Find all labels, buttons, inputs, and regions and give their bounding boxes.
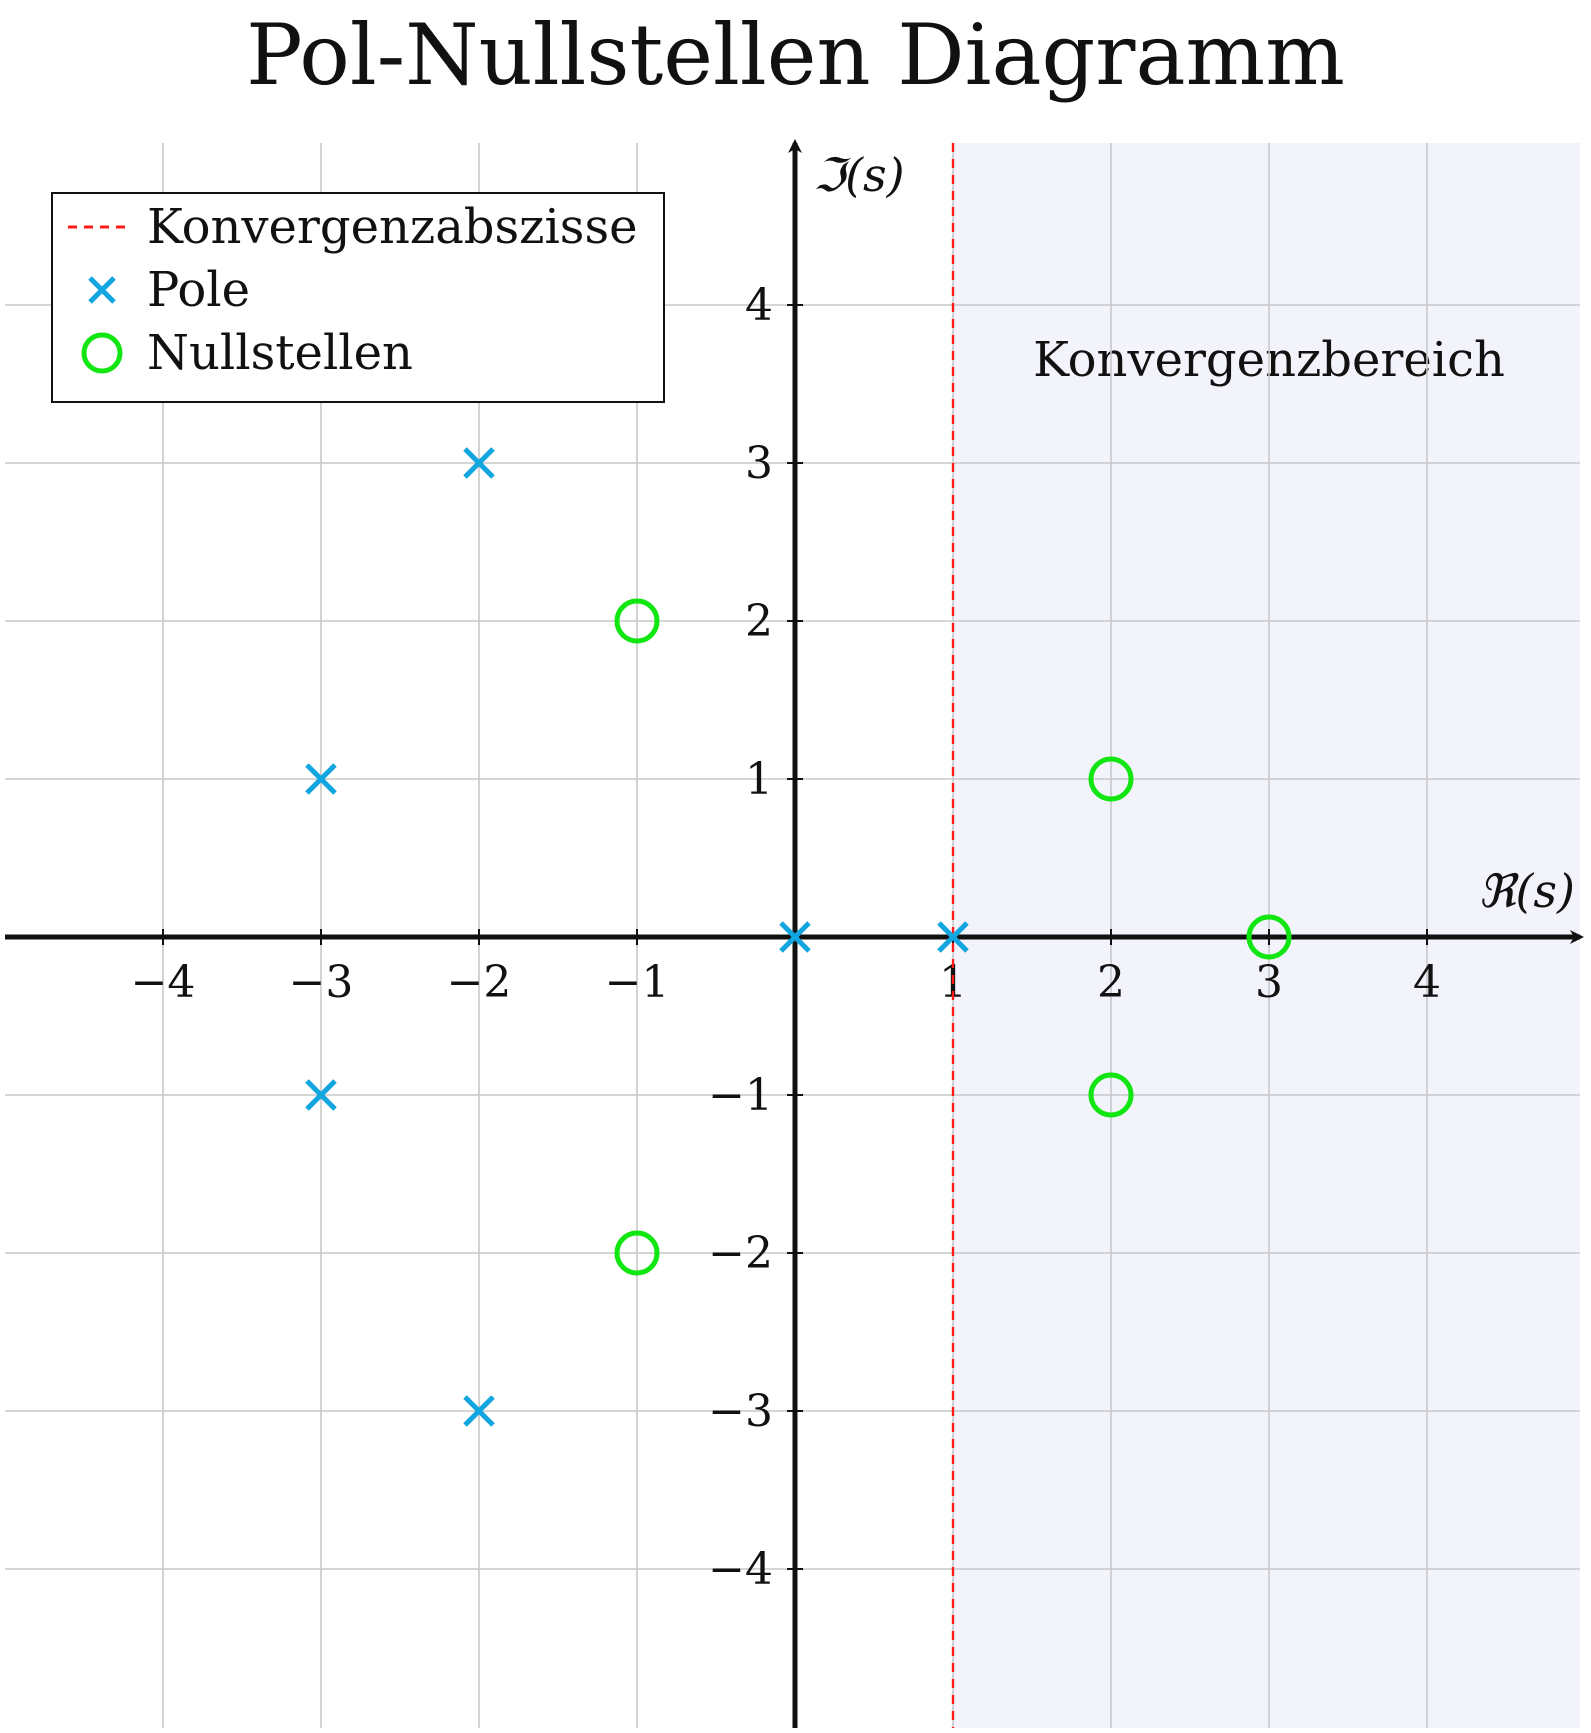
x-tick-label: −4 [131,957,196,1008]
legend-label: Nullstellen [147,325,413,381]
pole-zero-plot: Konvergenzbereich ℜ(s)ℑ(s) −4 −3 −2 −1 1 2 3 4−… [5,139,1584,1728]
legend-label: Konvergenzabszisse [147,199,637,255]
y-tick-label: −3 [708,1386,773,1437]
x-tick-label: 3 [1255,957,1283,1008]
legend-label: Pole [147,262,250,318]
y-tick-label: −2 [708,1228,773,1279]
x-tick-label: −2 [447,957,512,1008]
y-tick-label: 3 [745,438,773,489]
x-tick-label: 2 [1097,957,1125,1008]
y-axis-label: ℑ(s) [813,148,905,202]
y-tick-label: 1 [745,754,773,805]
figure: Pol-Nullstellen Diagramm Konvergenzberei… [0,0,1591,1733]
y-tick-label: 2 [745,596,773,647]
x-tick-label: −1 [605,957,670,1008]
y-tick-label: −4 [708,1544,773,1595]
x-axis-label: ℜ(s) [1478,864,1575,918]
y-tick-label: 4 [745,280,773,331]
x-tick-label: 4 [1413,957,1441,1008]
legend: Konvergenzabszisse Pole Nullstellen [51,192,665,403]
x-tick-label: −3 [289,957,354,1008]
y-tick-label: −1 [708,1070,773,1121]
